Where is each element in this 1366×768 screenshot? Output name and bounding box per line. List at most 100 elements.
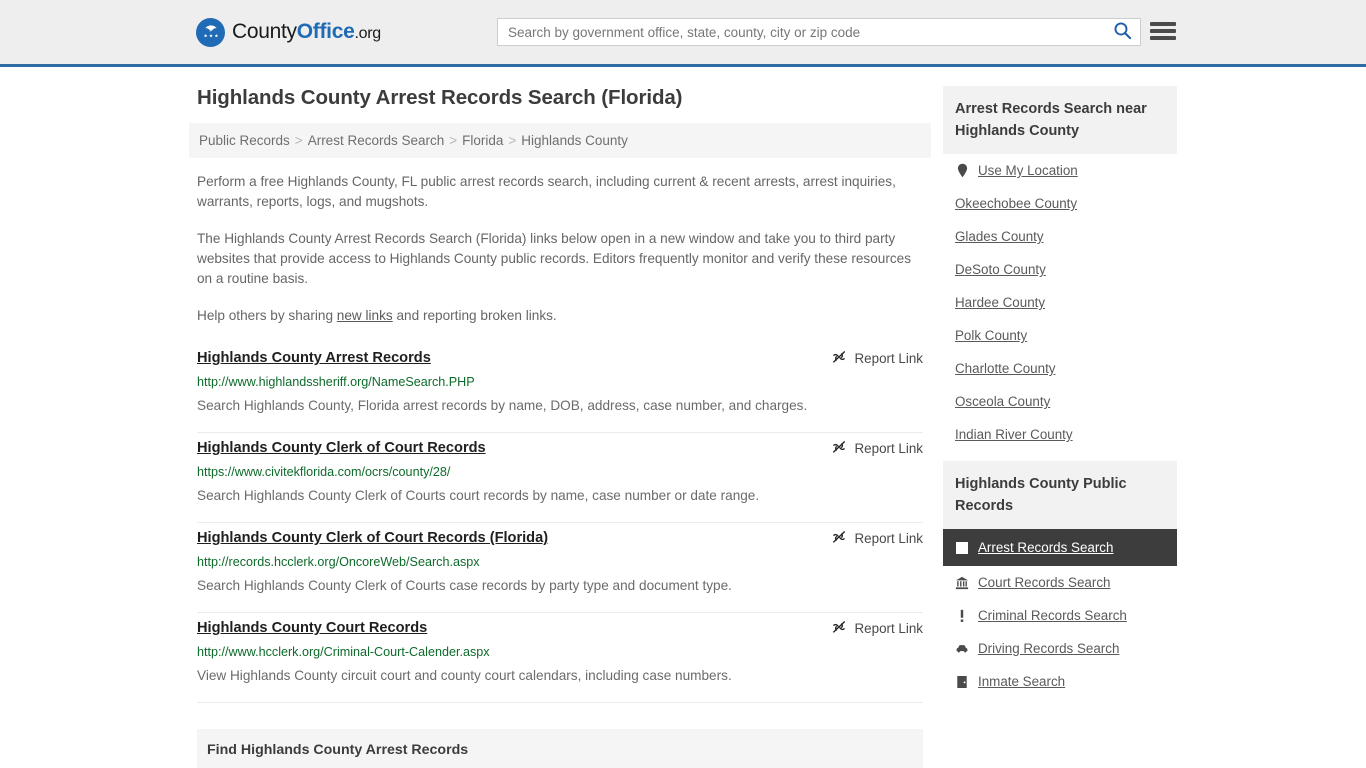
hamburger-menu-icon [1150, 29, 1176, 33]
result-description: Search Highlands County Clerk of Courts … [197, 578, 732, 593]
breadcrumb-item-florida[interactable]: Florida [462, 133, 503, 148]
public-records-title: Highlands County Public Records [943, 461, 1177, 529]
breadcrumb-separator: > [449, 133, 458, 148]
sidebar-item-criminal-records-search[interactable]: Criminal Records Search [943, 599, 1177, 632]
result-list: Highlands County Arrest Records Report L… [189, 343, 931, 703]
result-url[interactable]: http://www.hcclerk.org/Criminal-Court-Ca… [197, 644, 923, 661]
report-link-button[interactable]: Report Link [831, 527, 923, 548]
intro-text: Perform a free Highlands County, FL publ… [189, 172, 931, 326]
use-my-location-item[interactable]: Use My Location [943, 154, 1177, 187]
map-pin-icon [955, 163, 969, 178]
square-icon [955, 540, 969, 555]
result-title-link[interactable]: Highlands County Clerk of Court Records [197, 437, 486, 459]
sidebar-item-inmate-search[interactable]: Inmate Search [943, 665, 1177, 698]
breadcrumb-item-highlands-county[interactable]: Highlands County [521, 133, 628, 148]
county-link[interactable]: DeSoto County [955, 262, 1046, 277]
result-description: Search Highlands County, Florida arrest … [197, 398, 808, 413]
intro-paragraph-1: Perform a free Highlands County, FL publ… [197, 174, 896, 209]
sidebar-item-label[interactable]: Arrest Records Search [978, 540, 1113, 555]
main-content: Highlands County Arrest Records Search (… [189, 86, 931, 768]
public-records-box: Highlands County Public Records Arrest R… [943, 461, 1177, 698]
result-row: Highlands County Court Records Report Li… [197, 613, 923, 703]
broken-link-icon [831, 439, 847, 458]
intro-paragraph-3-prefix: Help others by sharing [197, 308, 337, 323]
county-link[interactable]: Okeechobee County [955, 196, 1077, 211]
result-title-link[interactable]: Highlands County Clerk of Court Records … [197, 527, 548, 549]
page-title: Highlands County Arrest Records Search (… [197, 86, 683, 109]
use-my-location-link[interactable]: Use My Location [978, 163, 1078, 178]
result-row: Highlands County Clerk of Court Records [197, 433, 923, 523]
nearby-search-box: Arrest Records Search near Highlands Cou… [943, 86, 1177, 451]
eagle-shield-logo-icon [196, 17, 225, 47]
report-link-label: Report Link [854, 621, 923, 636]
sidebar-item-label[interactable]: Court Records Search [978, 575, 1110, 590]
result-row: Highlands County Clerk of Court Records … [197, 523, 923, 613]
intro-paragraph-2: The Highlands County Arrest Records Sear… [197, 231, 912, 286]
county-link-item[interactable]: Osceola County [943, 385, 1177, 418]
county-link-item[interactable]: Glades County [943, 220, 1177, 253]
result-url[interactable]: http://www.highlandssheriff.org/NameSear… [197, 374, 923, 391]
sidebar: Arrest Records Search near Highlands Cou… [943, 86, 1177, 768]
sidebar-item-driving-records-search[interactable]: Driving Records Search [943, 632, 1177, 665]
site-logo[interactable]: CountyOffice.org [196, 17, 381, 47]
new-links-link[interactable]: new links [337, 308, 393, 323]
result-url[interactable]: http://records.hcclerk.org/OncoreWeb/Sea… [197, 554, 923, 571]
report-link-button[interactable]: Report Link [831, 347, 923, 368]
county-link-item[interactable]: Charlotte County [943, 352, 1177, 385]
county-link[interactable]: Hardee County [955, 295, 1045, 310]
result-title-link[interactable]: Highlands County Arrest Records [197, 347, 431, 369]
search-bar [497, 18, 1141, 46]
report-link-label: Report Link [854, 441, 923, 456]
result-row: Highlands County Arrest Records Report L… [197, 343, 923, 433]
hamburger-menu-icon [1150, 36, 1176, 40]
search-input[interactable] [498, 24, 1104, 40]
sidebar-item-arrest-records-search[interactable]: Arrest Records Search [943, 529, 1177, 566]
brand-part-county: County [232, 20, 297, 43]
exclamation-icon [955, 608, 969, 623]
county-link[interactable]: Charlotte County [955, 361, 1055, 376]
find-records-section-header: Find Highlands County Arrest Records [197, 729, 923, 768]
brand-part-org: .org [354, 25, 381, 42]
broken-link-icon [831, 619, 847, 638]
report-link-label: Report Link [854, 351, 923, 366]
result-title-link[interactable]: Highlands County Court Records [197, 617, 427, 639]
intro-paragraph-3: Help others by sharing new links and rep… [197, 306, 923, 326]
sidebar-item-label[interactable]: Inmate Search [978, 674, 1065, 689]
sidebar-item-label[interactable]: Driving Records Search [978, 641, 1119, 656]
courthouse-icon [955, 575, 969, 590]
sidebar-item-label[interactable]: Criminal Records Search [978, 608, 1127, 623]
county-link-item[interactable]: Polk County [943, 319, 1177, 352]
county-link[interactable]: Osceola County [955, 394, 1050, 409]
breadcrumb-separator: > [294, 133, 303, 148]
site-header: CountyOffice.org [0, 0, 1366, 67]
county-link[interactable]: Indian River County [955, 427, 1073, 442]
county-link-item[interactable]: DeSoto County [943, 253, 1177, 286]
breadcrumb-separator: > [508, 133, 517, 148]
county-link-item[interactable]: Hardee County [943, 286, 1177, 319]
breadcrumb-item-arrest-records-search[interactable]: Arrest Records Search [308, 133, 445, 148]
result-description: View Highlands County circuit court and … [197, 668, 732, 683]
county-link-item[interactable]: Okeechobee County [943, 187, 1177, 220]
page-body: Highlands County Arrest Records Search (… [0, 67, 1366, 768]
report-link-label: Report Link [854, 531, 923, 546]
broken-link-icon [831, 529, 847, 548]
broken-link-icon [831, 349, 847, 368]
result-url[interactable]: https://www.civitekflorida.com/ocrs/coun… [197, 464, 923, 481]
search-button[interactable] [1104, 19, 1140, 45]
result-description: Search Highlands County Clerk of Courts … [197, 488, 760, 503]
county-link[interactable]: Polk County [955, 328, 1027, 343]
breadcrumb-item-public-records[interactable]: Public Records [199, 133, 290, 148]
search-icon [1113, 21, 1132, 43]
county-link-item[interactable]: Indian River County [943, 418, 1177, 451]
breadcrumb: Public Records > Arrest Records Search > Flo… [189, 123, 931, 158]
hamburger-menu-button[interactable] [1150, 18, 1176, 44]
nearby-county-list: Use My Location Okeechobee County Glades… [943, 154, 1177, 451]
report-link-button[interactable]: Report Link [831, 437, 923, 458]
intro-paragraph-3-suffix: and reporting broken links. [392, 308, 557, 323]
sidebar-item-court-records-search[interactable]: Court Records Search [943, 566, 1177, 599]
county-link[interactable]: Glades County [955, 229, 1044, 244]
nearby-search-title: Arrest Records Search near Highlands Cou… [943, 86, 1177, 154]
report-link-button[interactable]: Report Link [831, 617, 923, 638]
brand-part-office: Office [296, 20, 355, 43]
brand-wordmark: CountyOffice.org [232, 20, 381, 44]
